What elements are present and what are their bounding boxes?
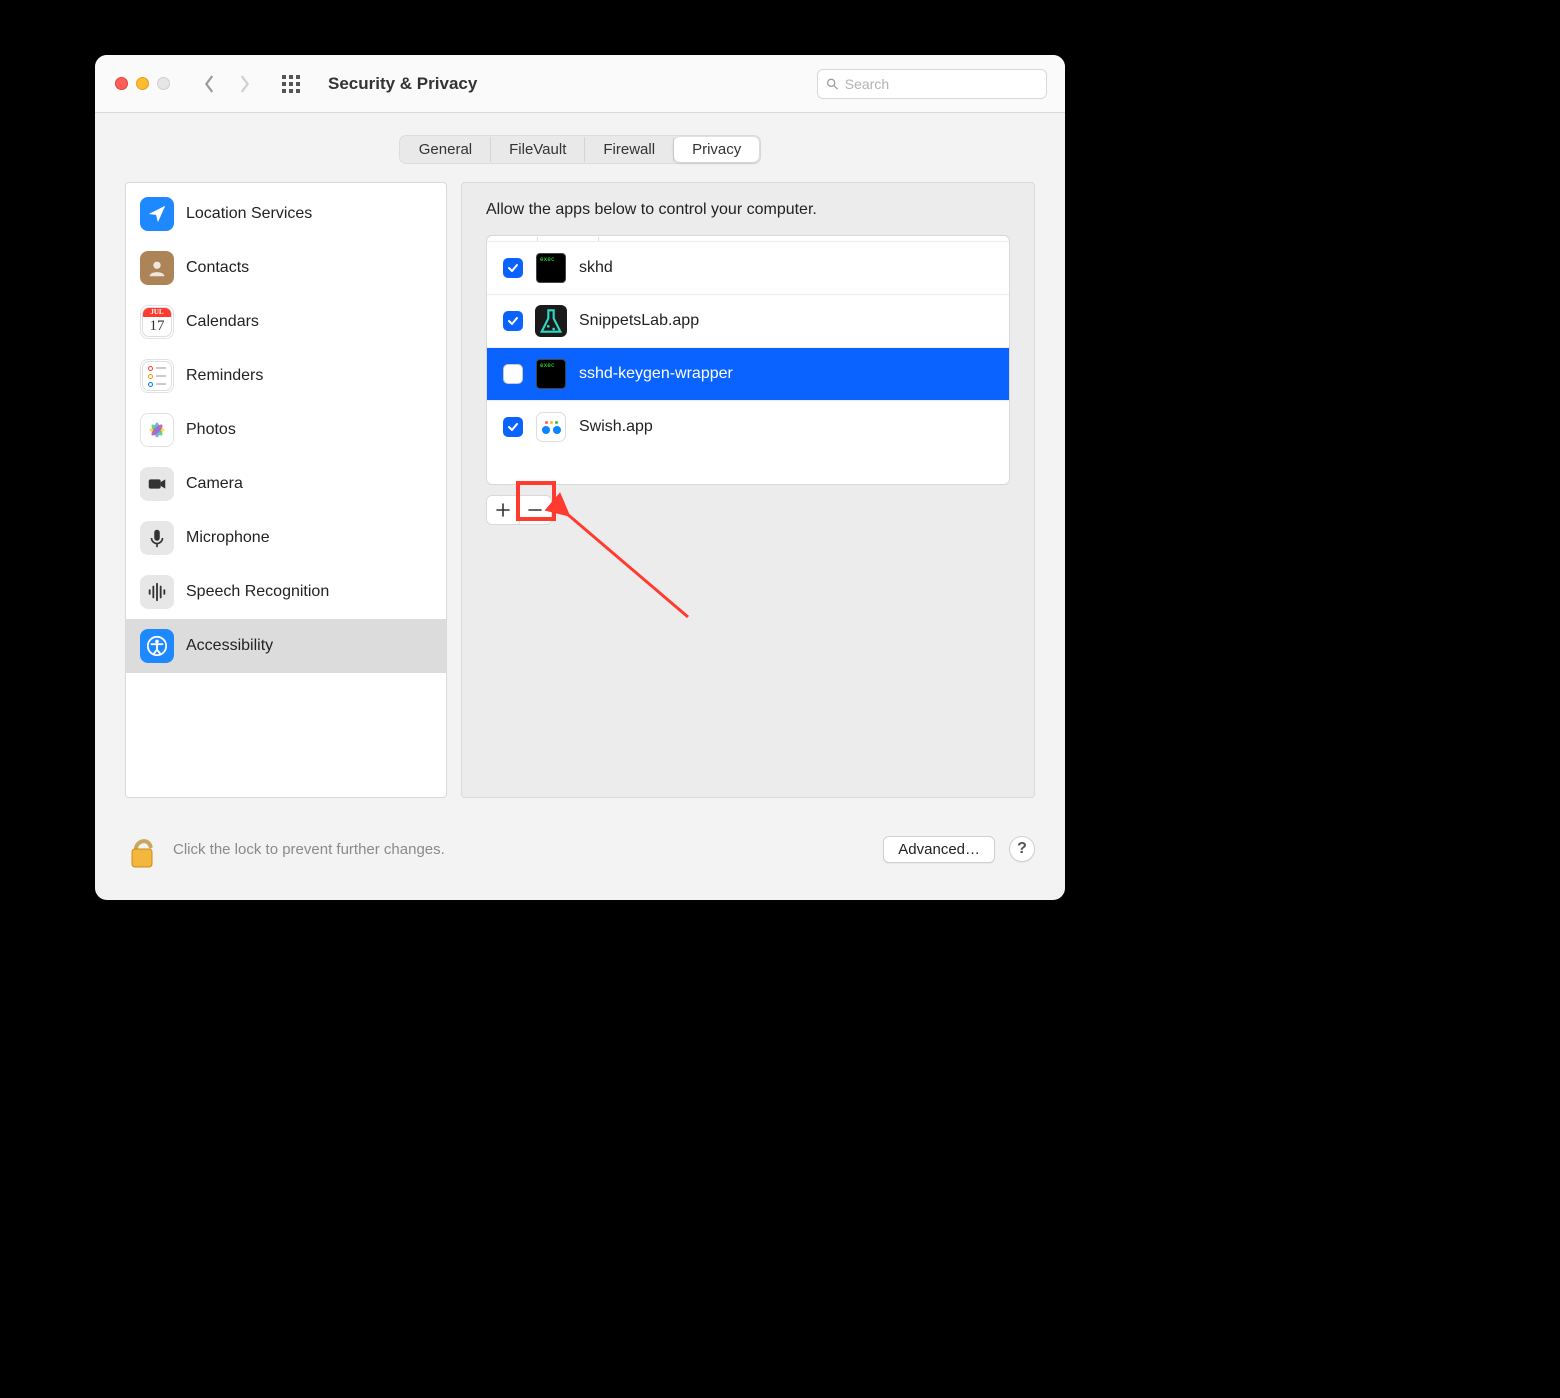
sidebar-item-contacts[interactable]: Contacts [126,241,446,295]
microphone-icon [140,521,174,555]
app-name-label: sshd-keygen-wrapper [579,365,733,383]
tab-privacy[interactable]: Privacy [674,137,759,162]
accessibility-icon [140,629,174,663]
sidebar-item-label: Accessibility [186,637,273,655]
exec-icon: exec [535,358,567,390]
photos-icon [140,413,174,447]
sidebar-item-microphone[interactable]: Microphone [126,511,446,565]
search-field[interactable] [817,69,1047,99]
check-icon [507,262,519,274]
forward-button[interactable] [232,70,258,98]
app-checkbox[interactable] [503,258,523,278]
sidebar-item-camera[interactable]: Camera [126,457,446,511]
swish-dots-icon [535,411,567,443]
sidebar-item-label: Photos [186,421,236,439]
waveform-icon [140,575,174,609]
scroll-clipped-indicator [487,236,1009,242]
camera-icon [140,467,174,501]
exec-icon: exec [535,252,567,284]
check-icon [507,315,519,327]
app-list[interactable]: exec skhd SnippetsLab.app exec sshd-keygen-w… [486,235,1010,485]
window-controls [115,77,170,90]
sidebar-item-label: Contacts [186,259,249,277]
lock-text: Click the lock to prevent further change… [173,841,445,858]
sidebar-item-label: Location Services [186,205,312,223]
tab-bar: GeneralFileVaultFirewallPrivacy [125,135,1035,164]
contacts-icon [140,251,174,285]
annotation-arrow [558,507,708,627]
zoom-button[interactable] [157,77,170,90]
app-checkbox[interactable] [503,417,523,437]
minimize-button[interactable] [136,77,149,90]
sidebar-item-speech-recognition[interactable]: Speech Recognition [126,565,446,619]
app-name-label: skhd [579,259,613,277]
add-remove-controls [486,495,552,525]
check-icon [507,421,519,433]
sidebar-item-location-services[interactable]: Location Services [126,187,446,241]
search-icon [826,77,839,91]
sidebar-item-label: Camera [186,475,243,493]
advanced-button[interactable]: Advanced… [883,836,995,863]
grid-icon [282,75,300,93]
sidebar-item-label: Calendars [186,313,259,331]
help-button[interactable]: ? [1009,836,1035,862]
sidebar-item-label: Reminders [186,367,263,385]
minus-icon [528,503,542,517]
privacy-categories-sidebar[interactable]: Location Services Contacts JUL17 Calendars R… [125,182,447,798]
calendar-icon: JUL17 [140,305,174,339]
flask-icon [535,305,567,337]
app-name-label: Swish.app [579,418,653,436]
segmented-control: GeneralFileVaultFirewallPrivacy [399,135,762,164]
accessibility-pane: Allow the apps below to control your com… [461,182,1035,798]
pane-heading: Allow the apps below to control your com… [486,201,1010,219]
content-area: GeneralFileVaultFirewallPrivacy Location… [95,113,1065,816]
sidebar-item-label: Speech Recognition [186,583,329,601]
reminders-icon [140,359,174,393]
location-arrow-icon [140,197,174,231]
sidebar-item-label: Microphone [186,529,270,547]
app-row[interactable]: exec skhd [487,242,1009,295]
tab-firewall[interactable]: Firewall [585,137,674,162]
plus-icon [496,503,510,517]
chevron-left-icon [202,75,216,93]
sidebar-item-photos[interactable]: Photos [126,403,446,457]
sidebar-item-reminders[interactable]: Reminders [126,349,446,403]
preferences-window: Security & Privacy GeneralFileVaultFirew… [95,55,1065,900]
app-row[interactable]: SnippetsLab.app [487,295,1009,348]
app-checkbox[interactable] [503,311,523,331]
panes: Location Services Contacts JUL17 Calendars R… [125,182,1035,798]
lock-icon[interactable] [125,829,159,869]
toolbar: Security & Privacy [95,55,1065,113]
sidebar-item-calendars[interactable]: JUL17 Calendars [126,295,446,349]
footer: Click the lock to prevent further change… [95,816,1065,900]
add-app-button[interactable] [487,496,520,524]
app-row[interactable]: exec sshd-keygen-wrapper [487,348,1009,401]
tab-filevault[interactable]: FileVault [491,137,585,162]
back-button[interactable] [196,70,222,98]
window-title: Security & Privacy [328,74,477,94]
chevron-right-icon [238,75,252,93]
app-row[interactable]: Swish.app [487,401,1009,453]
search-input[interactable] [845,76,1038,92]
remove-app-button[interactable] [520,496,552,524]
tab-general[interactable]: General [401,137,491,162]
close-button[interactable] [115,77,128,90]
app-checkbox[interactable] [503,364,523,384]
show-all-button[interactable] [278,71,304,97]
app-name-label: SnippetsLab.app [579,312,699,330]
sidebar-item-accessibility[interactable]: Accessibility [126,619,446,673]
